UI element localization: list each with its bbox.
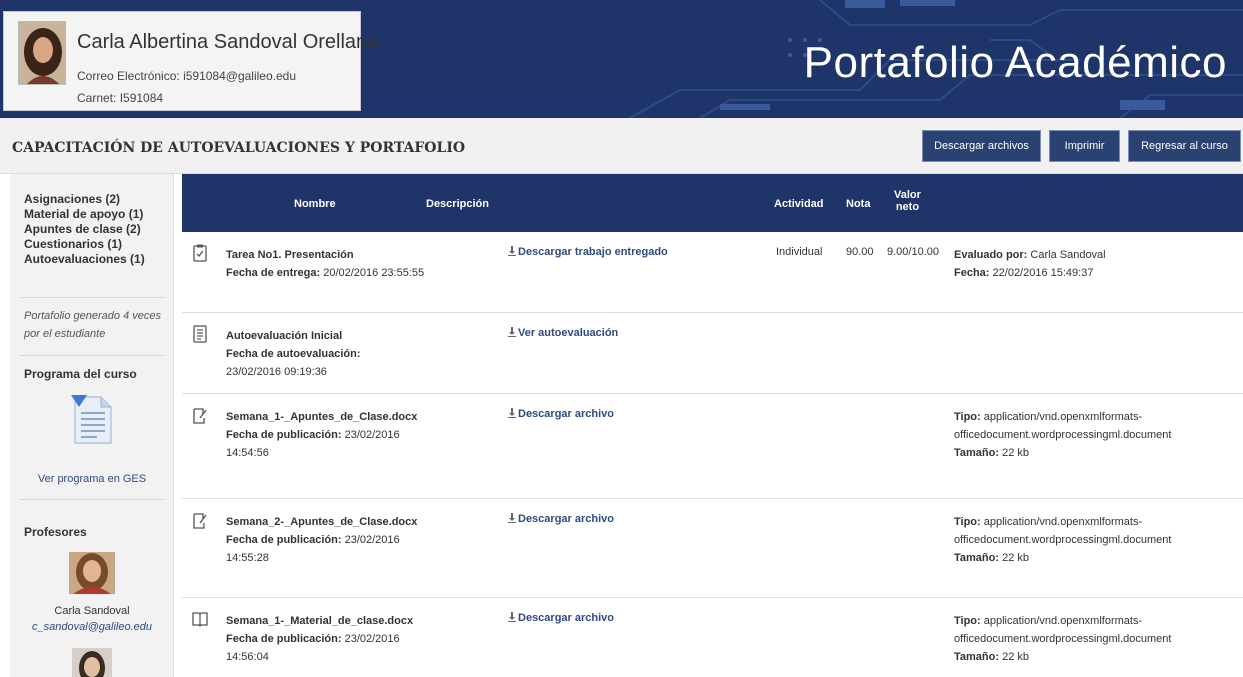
divider <box>20 499 165 500</box>
download-submission-link[interactable]: Descargar trabajo entregado <box>508 246 668 258</box>
download-file-link[interactable]: Descargar archivo <box>508 408 614 420</box>
sidebar-item-cuestionarios[interactable]: Cuestionarios (1) <box>24 237 145 252</box>
portfolio-brand-title: Portafolio Académico <box>803 38 1227 87</box>
book-icon <box>192 612 208 627</box>
student-email-value: i591084@galileo.edu <box>183 69 297 83</box>
view-program-link[interactable]: Ver programa en GES <box>10 473 174 485</box>
view-self-evaluation-link[interactable]: Ver autoevaluación <box>508 327 618 339</box>
download-icon <box>508 612 516 622</box>
table-row: Tarea No1. Presentación Fecha de entrega… <box>182 232 1243 313</box>
student-carnet-value: I591084 <box>119 91 164 105</box>
row-name: Semana_1-_Apuntes_de_Clase.docx Fecha de… <box>226 411 418 459</box>
form-icon <box>193 325 207 343</box>
course-title: CAPACITACIÓN DE AUTOEVALUACIONES Y PORTA… <box>12 140 466 156</box>
course-bar: CAPACITACIÓN DE AUTOEVALUACIONES Y PORTA… <box>0 118 1243 174</box>
page-header: Carla Albertina Sandoval Orellana Correo… <box>0 0 1243 118</box>
row-name: Semana_2-_Apuntes_de_Clase.docx Fecha de… <box>226 516 418 564</box>
download-file-link[interactable]: Descargar archivo <box>508 612 614 624</box>
row-details: Tipo: application/vnd.openxmlformats-off… <box>954 615 1172 663</box>
download-icon <box>508 327 516 337</box>
note-icon <box>193 513 207 529</box>
row-details: Tipo: application/vnd.openxmlformats-off… <box>954 411 1172 459</box>
col-actividad: Actividad <box>774 198 824 210</box>
row-name: Tarea No1. Presentación Fecha de entrega… <box>226 249 425 279</box>
divider <box>20 355 165 356</box>
row-name: Semana_1-_Material_de_clase.docx Fecha d… <box>226 615 414 663</box>
sidebar-item-autoevaluaciones[interactable]: Autoevaluaciones (1) <box>24 252 145 267</box>
row-name: Autoevaluación Inicial Fecha de autoeval… <box>226 330 361 378</box>
sidebar-item-asignaciones[interactable]: Asignaciones (2) <box>24 192 145 207</box>
professor-avatar <box>69 552 115 594</box>
row-net-value: 9.00/10.00 <box>887 246 939 258</box>
download-icon <box>508 513 516 523</box>
program-heading: Programa del curso <box>24 367 137 381</box>
note-icon <box>193 408 207 424</box>
sidebar-item-material[interactable]: Material de apoyo (1) <box>24 207 145 222</box>
professor-email[interactable]: c_sandoval@galileo.edu <box>10 621 174 633</box>
table-header: Nombre Descripción Actividad Nota Valor n… <box>182 174 1243 232</box>
clipboard-icon <box>193 244 207 262</box>
student-email: Correo Electrónico: i591084@galileo.edu <box>77 69 297 83</box>
download-icon <box>508 408 516 418</box>
sidebar-nav: Asignaciones (2) Material de apoyo (1) A… <box>24 192 145 267</box>
table-row: Semana_2-_Apuntes_de_Clase.docx Fecha de… <box>182 499 1243 598</box>
col-nombre: Nombre <box>294 198 336 210</box>
sidebar: Asignaciones (2) Material de apoyo (1) A… <box>10 174 174 677</box>
col-nota: Nota <box>846 198 871 210</box>
sidebar-item-apuntes[interactable]: Apuntes de clase (2) <box>24 222 145 237</box>
portfolio-table: Nombre Descripción Actividad Nota Valor n… <box>182 174 1243 677</box>
download-file-link[interactable]: Descargar archivo <box>508 513 614 525</box>
col-descripcion: Descripción <box>426 198 489 210</box>
print-button[interactable]: Imprimir <box>1049 130 1120 162</box>
download-icon <box>508 246 516 256</box>
student-carnet: Carnet: I591084 <box>77 91 164 105</box>
divider <box>20 297 165 298</box>
table-row: Semana_1-_Material_de_clase.docx Fecha d… <box>182 598 1243 677</box>
back-to-course-button[interactable]: Regresar al curso <box>1128 130 1241 162</box>
table-row: Semana_1-_Apuntes_de_Clase.docx Fecha de… <box>182 394 1243 499</box>
student-name: Carla Albertina Sandoval Orellana <box>77 31 379 53</box>
download-files-button[interactable]: Descargar archivos <box>922 130 1041 162</box>
portfolio-generated-note: Portafolio generado 4 veces por el estud… <box>24 310 161 340</box>
professors-heading: Profesores <box>24 525 87 539</box>
row-activity: Individual <box>776 246 823 258</box>
professor-name: Carla Sandoval <box>54 605 130 617</box>
student-avatar <box>18 21 66 85</box>
professor-avatar <box>72 648 112 677</box>
document-icon[interactable] <box>69 393 114 445</box>
col-valor-neto: Valor neto <box>894 189 921 213</box>
row-grade: 90.00 <box>846 246 874 258</box>
row-details: Evaluado por: Carla Sandoval Fecha: 22/0… <box>954 249 1106 279</box>
row-details: Tipo: application/vnd.openxmlformats-off… <box>954 516 1172 564</box>
student-profile-card: Carla Albertina Sandoval Orellana Correo… <box>3 11 378 111</box>
table-row: Autoevaluación Inicial Fecha de autoeval… <box>182 313 1243 394</box>
